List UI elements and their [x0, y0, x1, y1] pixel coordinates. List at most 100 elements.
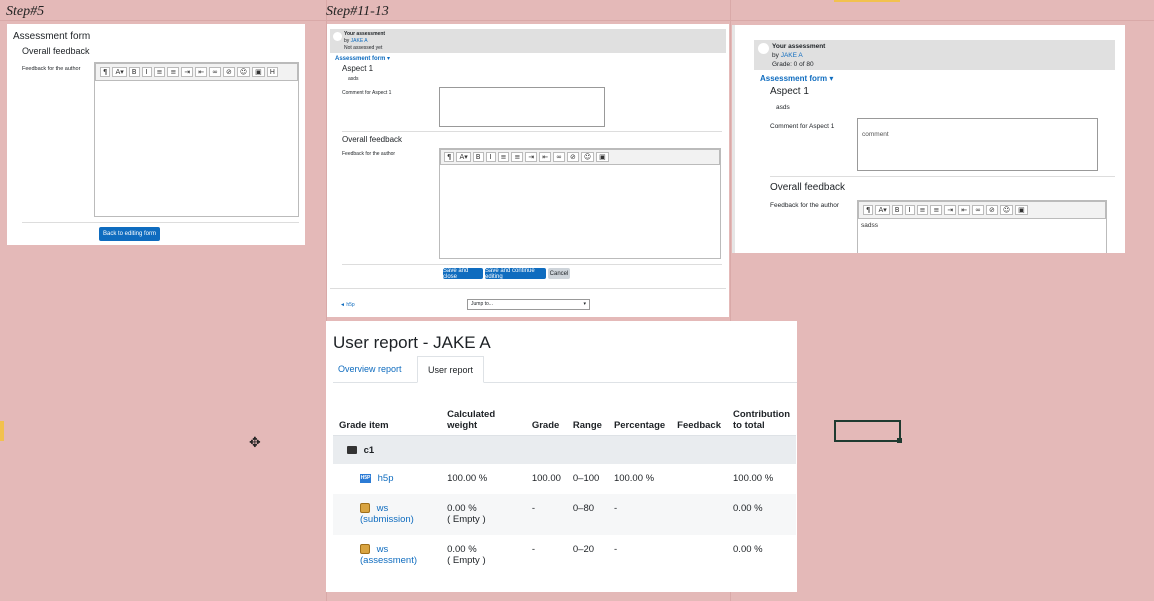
link-icon[interactable]: ∞ — [972, 205, 984, 215]
paragraph-icon[interactable]: ¶ — [863, 205, 874, 215]
font-size-icon[interactable]: A▾ — [456, 152, 471, 162]
ordered-list-icon[interactable]: ≡ — [167, 67, 180, 77]
outdent-icon[interactable]: ⇤ — [958, 205, 971, 215]
emoji-icon[interactable]: ☺ — [236, 67, 251, 77]
editor-toolbar: ¶ A▾ B I ≡ ≡ ⇥ ⇤ ∞ ⊘ ☺ ▣ — [858, 201, 1106, 219]
image-icon[interactable]: ▣ — [252, 67, 265, 77]
grade-item-link[interactable]: h5p — [378, 473, 394, 484]
unordered-list-icon[interactable]: ≡ — [916, 205, 929, 215]
assessment-header: Your assessment by JAKE A Grade: 0 of 80 — [754, 40, 1115, 70]
divider — [342, 264, 722, 265]
grade: 100.00 — [531, 473, 561, 484]
save-and-continue-button[interactable]: Save and continue editing — [485, 268, 546, 280]
cancel-button[interactable]: Cancel — [548, 268, 570, 279]
feedback-editor[interactable]: ¶ A▾ B I ≡ ≡ ⇥ ⇤ ∞ ⊘ ☺ ▣ sadss — [857, 200, 1107, 253]
italic-icon[interactable]: I — [485, 152, 496, 162]
editor-toolbar: ¶ A▾ B I ≡ ≡ ⇥ ⇤ ∞ ⊘ ☺ ▣ H — [95, 63, 298, 81]
assessment-form-toggle[interactable]: Assessment form ▾ — [335, 55, 390, 62]
unlink-icon[interactable]: ⊘ — [985, 205, 998, 215]
step11-13-label: Step#11-13 — [326, 4, 389, 19]
ordered-list-icon[interactable]: ≡ — [930, 205, 943, 215]
by-label: by — [772, 52, 779, 59]
table-row: ws (submission) 0.00 % ( Empty ) - 0–80 … — [333, 494, 796, 535]
editor-text-area[interactable] — [95, 98, 298, 216]
category-name: c1 — [363, 445, 375, 456]
column-header-marker — [834, 0, 900, 2]
avatar — [758, 43, 769, 54]
unlink-icon[interactable]: ⊘ — [222, 67, 235, 77]
table-row: ws (assessment) 0.00 % ( Empty ) - 0–20 … — [333, 535, 796, 576]
unlink-icon[interactable]: ⊘ — [566, 152, 579, 162]
image-icon[interactable]: ▣ — [596, 152, 609, 162]
back-to-h5p-link[interactable]: ◄ h5p — [340, 302, 355, 308]
bold-icon[interactable]: B — [472, 152, 484, 162]
overall-feedback-heading: Overall feedback — [342, 135, 403, 144]
feedback-editor[interactable]: ¶ A▾ B I ≡ ≡ ⇥ ⇤ ∞ ⊘ ☺ ▣ — [439, 148, 721, 259]
save-and-close-button[interactable]: Save and close — [443, 268, 483, 280]
column-header: Feedback — [671, 405, 728, 436]
unordered-list-icon[interactable]: ≡ — [497, 152, 510, 162]
indent-icon[interactable]: ⇥ — [181, 67, 194, 77]
divider — [330, 288, 726, 289]
tab-user-report[interactable]: User report — [417, 356, 485, 383]
weight: 0.00 % — [447, 503, 477, 514]
assessment-form-toggle[interactable]: Assessment form ▾ — [760, 74, 833, 83]
grade-text: Grade: 0 of 80 — [772, 61, 814, 68]
italic-icon[interactable]: I — [141, 67, 152, 77]
aspect-description: asds — [348, 76, 359, 82]
font-size-icon[interactable]: A▾ — [112, 67, 127, 77]
assessment-panel-detail: Your assessment by JAKE A Grade: 0 of 80… — [732, 25, 1125, 253]
report-tabs: Overview report User report — [333, 356, 797, 383]
paragraph-icon[interactable]: ¶ — [444, 152, 455, 162]
panel-title: Assessment form — [13, 31, 91, 42]
bold-icon[interactable]: B — [891, 205, 903, 215]
unordered-list-icon[interactable]: ≡ — [153, 67, 166, 77]
author-link[interactable]: JAKE A — [351, 38, 368, 44]
outdent-icon[interactable]: ⇤ — [539, 152, 552, 162]
weight-note: ( Empty ) — [447, 555, 486, 566]
contribution: 0.00 % — [733, 503, 763, 514]
jump-to-value: Jump to... — [471, 301, 493, 307]
folder-icon — [347, 446, 357, 455]
contribution: 0.00 % — [733, 544, 763, 555]
grade: - — [531, 544, 535, 555]
step5-label: Step#5 — [6, 4, 45, 19]
divider — [342, 131, 722, 132]
assessment-header: Your assessment by JAKE A Not assessed y… — [330, 29, 726, 53]
emoji-icon[interactable]: ☺ — [580, 152, 595, 162]
tab-overview-report[interactable]: Overview report — [338, 364, 402, 374]
font-size-icon[interactable]: A▾ — [875, 205, 890, 215]
overall-feedback-heading: Overall feedback — [770, 182, 846, 193]
feedback-label: Feedback for the author — [770, 202, 840, 209]
jump-to-select[interactable]: Jump to... ▾ — [467, 299, 590, 310]
emoji-icon[interactable]: ☺ — [999, 205, 1014, 215]
indent-icon[interactable]: ⇥ — [525, 152, 538, 162]
by-label: by — [344, 38, 350, 44]
divider — [22, 222, 299, 223]
comment-field[interactable] — [439, 87, 605, 127]
editor[interactable]: ¶ A▾ B I ≡ ≡ ⇥ ⇤ ∞ ⊘ ☺ ▣ H — [94, 62, 299, 217]
h5p-icon[interactable]: H — [266, 67, 279, 77]
indent-icon[interactable]: ⇥ — [944, 205, 957, 215]
user-report-panel: User report - JAKE A Overview report Use… — [326, 321, 797, 592]
ordered-list-icon[interactable]: ≡ — [511, 152, 524, 162]
column-header: Grade — [525, 405, 567, 436]
italic-icon[interactable]: I — [904, 205, 915, 215]
aspect-description: asds — [776, 104, 790, 111]
author-link[interactable]: JAKE A — [781, 52, 803, 59]
weight: 100.00 % — [447, 473, 488, 484]
image-icon[interactable]: ▣ — [1015, 205, 1028, 215]
page-title: User report - JAKE A — [333, 333, 491, 352]
outdent-icon[interactable]: ⇤ — [195, 67, 208, 77]
row-header-marker — [0, 421, 4, 441]
back-to-editing-form-button[interactable]: Back to editing form — [99, 227, 160, 241]
weight: 0.00 % — [447, 544, 477, 555]
paragraph-icon[interactable]: ¶ — [100, 67, 111, 77]
link-icon[interactable]: ∞ — [209, 67, 221, 77]
link-icon[interactable]: ∞ — [553, 152, 565, 162]
your-assessment-heading: Your assessment — [344, 31, 386, 37]
bold-icon[interactable]: B — [128, 67, 140, 77]
selected-cell-handle[interactable] — [897, 438, 902, 443]
selected-cell[interactable] — [834, 420, 901, 442]
comment-field[interactable]: comment — [857, 118, 1098, 171]
